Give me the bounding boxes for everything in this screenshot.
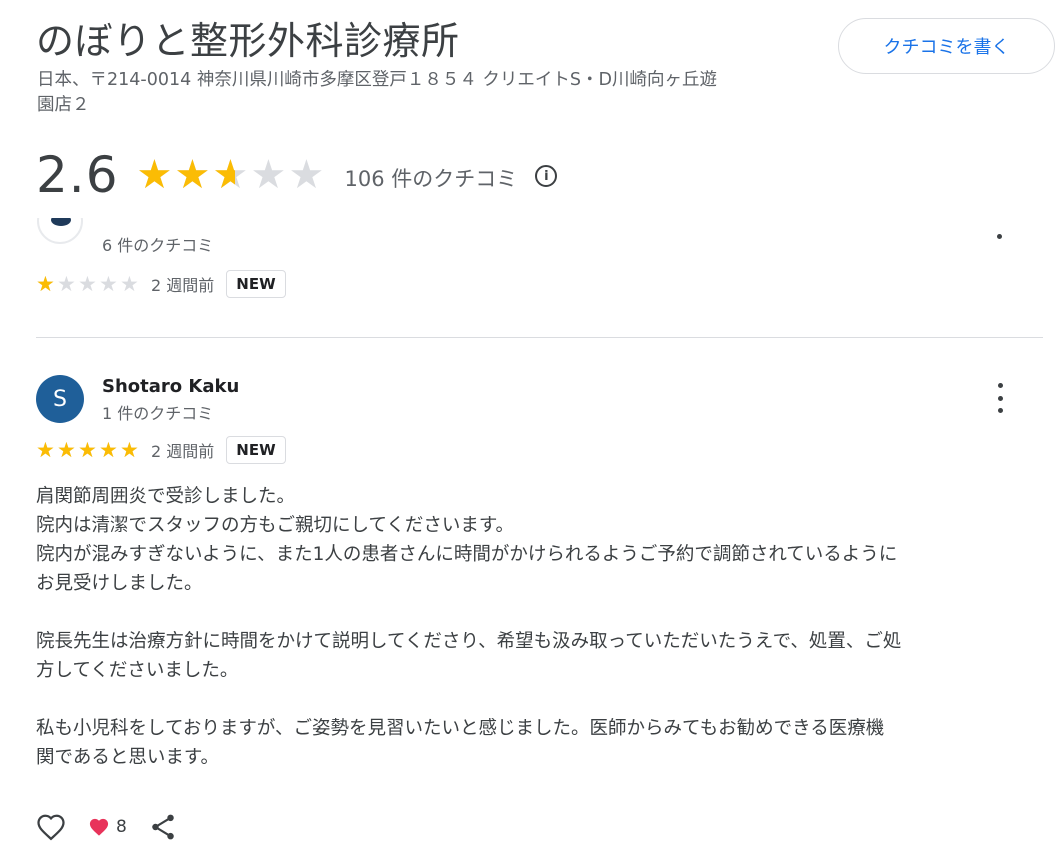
star-icon: ★★ <box>99 437 118 462</box>
address-line-2: 園店２ <box>37 95 90 115</box>
previous-review-meta: ★★★★★★★★★★ 2 週間前 NEW <box>36 270 286 298</box>
review-line: 私も小児科をしておりますが、ご姿勢を見習いたいと感じました。医師からみてもお勧め… <box>36 718 885 739</box>
new-badge: NEW <box>226 436 286 464</box>
review-time: 2 週間前 <box>151 442 215 461</box>
share-icon[interactable] <box>149 812 177 842</box>
review-line: 肩関節周囲炎で受診しました。 <box>36 486 296 507</box>
star-icon: ★★ <box>288 152 325 198</box>
reaction-count: 8 <box>116 817 127 837</box>
review-meta: ★ ★ ★ ★ ★ ★ ★ ★ ★ ★ 2 週間前 NEW <box>36 436 286 464</box>
review-line: 関であると思います。 <box>36 747 219 768</box>
star-icon: ★★ <box>136 152 173 198</box>
star-icon: ★★ <box>36 437 55 462</box>
heart-reaction-icon <box>89 818 109 836</box>
review-line: 院内が混みすぎないように、また1人の患者さんに時間がかけられるようご予約で調節さ… <box>36 544 898 565</box>
review-actions: 8 <box>36 812 177 842</box>
previous-review-header: 6 件のクチコミ <box>0 218 1063 258</box>
previous-review-menu-icon[interactable] <box>997 234 1002 239</box>
rating-summary: 2.6 ★★★★★★★★★★ 106 件のクチコミ i <box>36 146 558 204</box>
average-rating: 2.6 <box>36 146 119 204</box>
previous-reviewer-count: 6 件のクチコミ <box>102 236 214 255</box>
info-icon[interactable]: i <box>535 165 558 187</box>
review-line: お見受けしました。 <box>36 573 203 594</box>
previous-review-stars: ★★★★★★★★★★ <box>36 271 141 296</box>
star-icon: ★★ <box>57 437 76 462</box>
review-line: 方してくださいました。 <box>36 660 239 681</box>
review-text: 肩関節周囲炎で受診しました。 院内は清潔でスタッフの方もご親切にしてくださいます… <box>36 482 1036 772</box>
more-options-icon[interactable] <box>988 383 1012 413</box>
reactions[interactable]: 8 <box>88 817 127 837</box>
place-address: 日本、〒214-0014 神奈川県川崎市多摩区登戸１８５４ クリエイトS・D川崎… <box>37 68 857 118</box>
star-icon: ★★ <box>57 271 76 296</box>
place-title: のぼりと整形外科診療所 <box>36 19 460 63</box>
reviewer-review-count: 1 件のクチコミ <box>102 404 214 423</box>
like-heart-icon[interactable] <box>36 812 66 842</box>
star-icon: ★★ <box>78 437 97 462</box>
new-badge: NEW <box>226 270 286 298</box>
previous-reviewer-avatar[interactable] <box>37 218 83 244</box>
star-icon: ★★ <box>212 152 249 198</box>
write-review-button[interactable]: クチコミを書く <box>838 18 1055 74</box>
previous-review-time: 2 週間前 <box>151 276 215 295</box>
star-icon: ★★ <box>120 437 139 462</box>
review-line: 院内は清潔でスタッフの方もご親切にしてくださいます。 <box>36 515 515 536</box>
average-rating-stars: ★★★★★★★★★★ <box>137 155 327 195</box>
review-stars: ★ ★ ★ ★ ★ ★ ★ ★ ★ ★ <box>36 437 141 462</box>
star-icon: ★★ <box>36 271 55 296</box>
star-icon: ★★ <box>99 271 118 296</box>
star-icon: ★★ <box>78 271 97 296</box>
star-icon: ★★ <box>250 152 287 198</box>
avatar-letter: S <box>53 386 67 412</box>
review-divider <box>36 337 1043 338</box>
total-review-count[interactable]: 106 件のクチコミ <box>345 163 518 193</box>
star-icon: ★★ <box>174 152 211 198</box>
address-line-1: 日本、〒214-0014 神奈川県川崎市多摩区登戸１８５４ クリエイトS・D川崎… <box>37 70 717 90</box>
star-icon: ★★ <box>120 271 139 296</box>
review-line: 院長先生は治療方針に時間をかけて説明してくださり、希望も汲み取っていただいたうえ… <box>36 631 902 652</box>
reviewer-name[interactable]: Shotaro Kaku <box>102 376 239 397</box>
avatar[interactable]: S <box>36 375 84 423</box>
